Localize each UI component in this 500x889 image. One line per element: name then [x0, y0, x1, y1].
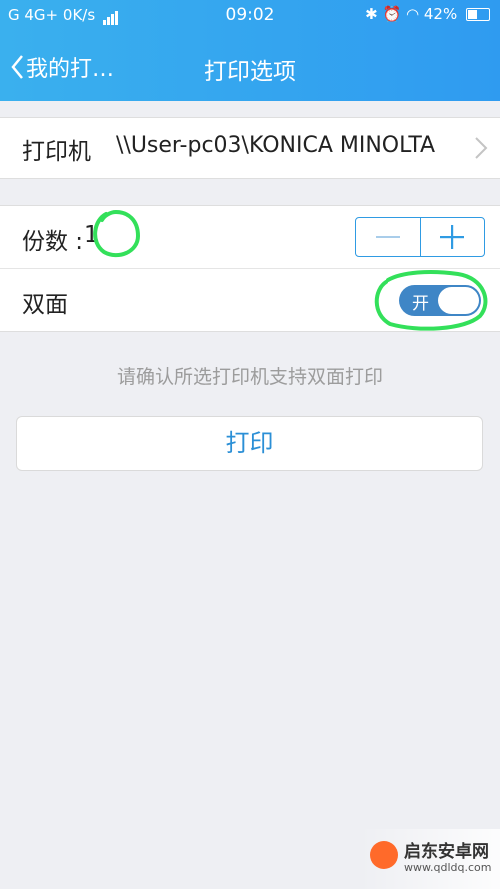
- decrement-button[interactable]: [356, 218, 421, 256]
- print-button[interactable]: 打印: [16, 416, 483, 471]
- watermark-name: 启东安卓网: [404, 842, 489, 862]
- printer-label: 打印机: [22, 139, 91, 165]
- alarm-icon: ⏰: [382, 5, 402, 23]
- nav-bar: 我的打… 打印选项: [0, 32, 500, 101]
- watermark-url: www.qdldq.com: [404, 861, 492, 874]
- wifi-icon: ◠: [406, 5, 420, 23]
- toggle-knob: [438, 287, 479, 314]
- minus-icon: [375, 236, 400, 238]
- chevron-right-icon: [475, 137, 488, 159]
- duplex-hint: 请确认所选打印机支持双面打印: [116, 366, 383, 388]
- toggle-on-text: 开: [412, 294, 429, 314]
- watermark-logo-icon: [370, 841, 398, 869]
- bluetooth-icon: ✱: [365, 5, 378, 23]
- printer-name: \\User-pc03\KONICA MINOLTA: [116, 133, 436, 158]
- app-header: G 4G+ 0K/s 09:02 ✱ ⏰ ◠ 42% 我的打… 打印选项: [0, 0, 500, 101]
- battery-icon: [466, 8, 490, 21]
- page-title: 打印选项: [204, 59, 296, 85]
- duplex-toggle[interactable]: 开: [399, 285, 481, 316]
- battery-text: 42%: [423, 5, 458, 23]
- copies-row: 份数 : 1: [0, 205, 500, 268]
- printer-row[interactable]: 打印机 \\User-pc03\KONICA MINOLTA: [0, 117, 500, 179]
- watermark: 启东安卓网 www.qdldq.com: [360, 829, 500, 889]
- copies-label: 份数 :: [22, 229, 84, 255]
- status-right: ✱ ⏰ ◠ 42%: [365, 5, 490, 23]
- copies-value: 1: [84, 222, 99, 248]
- increment-button[interactable]: [421, 218, 485, 256]
- duplex-label: 双面: [22, 292, 68, 318]
- status-bar: G 4G+ 0K/s 09:02 ✱ ⏰ ◠ 42%: [0, 0, 500, 32]
- copies-stepper: [355, 217, 485, 257]
- plus-icon: [440, 225, 465, 249]
- duplex-row: 双面 开: [0, 268, 500, 332]
